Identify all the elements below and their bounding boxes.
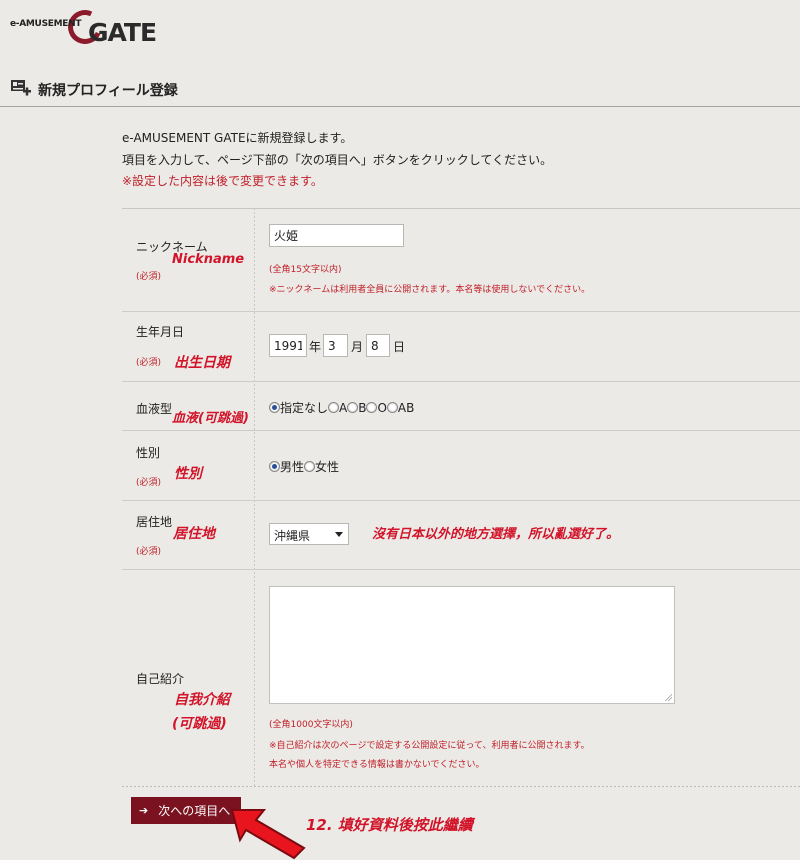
birthday-required: (必須)	[136, 358, 162, 368]
row-divider	[122, 381, 800, 382]
birthday-label: 生年月日	[136, 325, 185, 339]
form-bottom-divider	[122, 786, 800, 787]
row-divider	[122, 430, 800, 431]
arrow-right-icon: ➔	[139, 804, 149, 817]
self-intro-textarea[interactable]	[269, 586, 675, 704]
prefecture-selected-value: 沖縄県	[274, 529, 311, 543]
gender-required: (必須)	[136, 478, 162, 488]
self-intro-annotation: 自我介紹	[174, 692, 230, 708]
nickname-length-note: (全角15文字以内)	[269, 265, 342, 275]
radio-icon[interactable]	[304, 461, 316, 472]
blood-option-none[interactable]: 指定なし	[269, 399, 328, 416]
intro-note: ※設定した内容は後で変更できます。	[122, 174, 323, 188]
residence-note-annotation: 沒有日本以外的地方選擇，所以亂選好了。	[372, 527, 620, 542]
gender-option-male[interactable]: 男性	[269, 458, 304, 475]
next-step-label: 次への項目へ	[158, 804, 231, 818]
gender-label: 性別	[136, 446, 161, 460]
blood-option-ab[interactable]: AB	[386, 401, 414, 415]
self-intro-length-note: (全角1000文字以内)	[269, 720, 353, 730]
residence-annotation: 居住地	[173, 526, 215, 542]
radio-icon[interactable]	[386, 402, 398, 413]
nickname-annotation: Nickname	[172, 252, 245, 267]
residence-required: (必須)	[136, 547, 162, 557]
birthday-annotation: 出生日期	[174, 355, 230, 371]
radio-selected-icon[interactable]	[269, 402, 280, 413]
blood-option-b[interactable]: B	[347, 401, 366, 415]
logo-small-text: e-AMUSEMENT	[10, 19, 82, 29]
blood-type-radio-group: 指定なし A B O AB	[269, 399, 414, 416]
row-divider	[122, 500, 800, 501]
logo-big-text: GATE	[88, 18, 157, 47]
radio-selected-icon[interactable]	[269, 461, 280, 472]
header-divider	[0, 106, 800, 107]
pointer-arrow-icon	[230, 809, 306, 860]
month-unit: 月	[351, 340, 364, 354]
next-step-button[interactable]: ➔ 次への項目へ	[131, 797, 241, 824]
radio-icon[interactable]	[366, 402, 378, 413]
form-top-divider	[122, 208, 800, 209]
gender-radio-group: 男性 女性	[269, 458, 339, 475]
blood-option-o[interactable]: O	[366, 401, 387, 415]
nickname-input[interactable]	[269, 224, 404, 247]
intro-line-1: e-AMUSEMENT GATEに新規登録します。	[122, 131, 353, 145]
self-intro-label: 自己紹介	[136, 672, 185, 686]
row-divider	[122, 311, 800, 312]
step-annotation: 12. 填好資料後按此繼續	[306, 816, 473, 834]
gender-annotation: 性別	[174, 466, 202, 482]
radio-icon[interactable]	[328, 402, 340, 413]
prefecture-select[interactable]: 沖縄県	[269, 523, 349, 545]
nickname-public-note: ※ニックネームは利用者全員に公開されます。本名等は使用しないでください。	[269, 285, 591, 295]
radio-icon[interactable]	[347, 402, 359, 413]
residence-label: 居住地	[136, 515, 173, 529]
chevron-down-icon	[335, 532, 343, 537]
intro-line-2: 項目を入力して、ページ下部の「次の項目へ」ボタンをクリックしてください。	[122, 153, 553, 167]
birth-month-input[interactable]	[323, 334, 348, 357]
blood-type-label: 血液型	[136, 402, 173, 416]
self-intro-privacy-note: 本名や個人を特定できる情報は書かないでください。	[269, 760, 485, 770]
blood-type-annotation: 血液(可跳過)	[172, 411, 249, 426]
day-unit: 日	[393, 340, 406, 354]
self-intro-public-note: ※自己紹介は次のページで設定する公開設定に従って、利用者に公開されます。	[269, 741, 590, 751]
row-divider	[122, 569, 800, 570]
birth-year-input[interactable]	[269, 334, 307, 357]
nickname-required: (必須)	[136, 272, 162, 282]
page-title: 新規プロフィール登録	[38, 83, 178, 99]
profile-card-add-icon	[11, 80, 31, 96]
resize-handle-icon[interactable]	[664, 693, 672, 701]
self-intro-skip-annotation: (可跳過)	[172, 716, 227, 732]
birth-day-input[interactable]	[366, 334, 390, 357]
year-unit: 年	[309, 340, 322, 354]
gender-option-female[interactable]: 女性	[304, 458, 339, 475]
form-column-divider	[254, 208, 255, 786]
blood-option-a[interactable]: A	[328, 401, 347, 415]
eamusement-gate-logo[interactable]: e-AMUSEMENT GATE	[10, 5, 160, 52]
